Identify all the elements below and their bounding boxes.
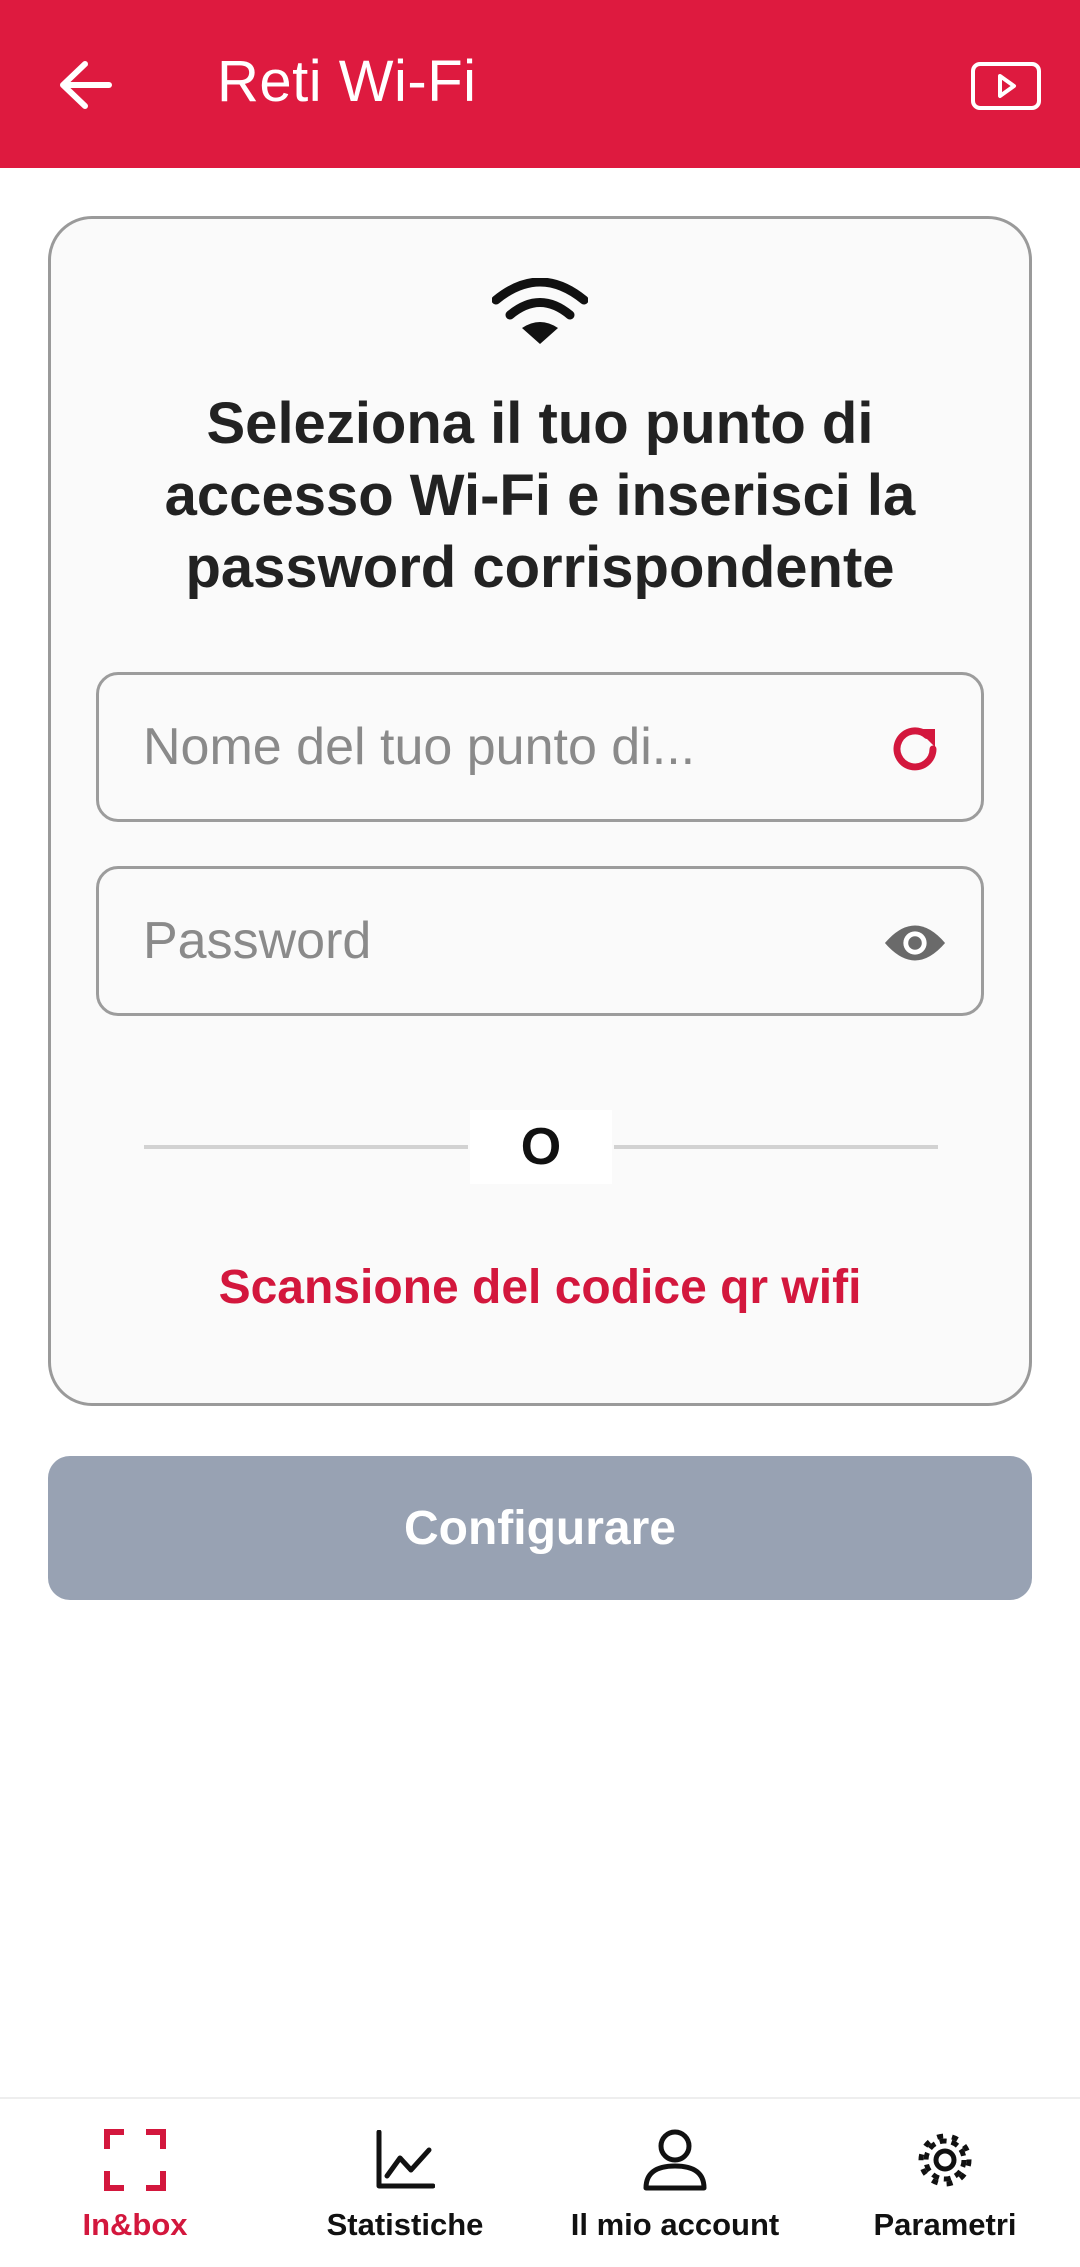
refresh-icon: [893, 727, 937, 771]
nav-item-label: Parametri: [873, 2207, 1017, 2242]
bottom-navigation: In&box Statistiche Il mio account Parame…: [0, 2097, 1080, 2267]
nav-item-settings[interactable]: Parametri: [810, 2099, 1080, 2267]
scan-frame-icon: [104, 2129, 166, 2191]
nav-item-statistics[interactable]: Statistiche: [270, 2099, 540, 2267]
arrow-left-icon: [60, 61, 112, 109]
nav-item-label: Statistiche: [326, 2207, 484, 2242]
chart-line-icon: [376, 2130, 435, 2189]
back-button[interactable]: [50, 50, 120, 120]
video-play-icon: [971, 62, 1041, 110]
refresh-button[interactable]: [883, 717, 947, 781]
configure-button[interactable]: Configurare: [48, 1456, 1032, 1600]
gear-icon: [918, 2133, 972, 2187]
divider-line-right: [614, 1145, 938, 1149]
video-button[interactable]: [968, 58, 1044, 114]
scan-qr-link[interactable]: Scansione del codice qr wifi: [100, 1260, 980, 1315]
nav-item-inbox[interactable]: In&box: [0, 2099, 270, 2267]
page-title: Reti Wi-Fi: [217, 49, 477, 114]
toggle-password-visibility-button[interactable]: [883, 911, 947, 975]
instructions-heading: Seleziona il tuo punto di accesso Wi-Fi …: [164, 391, 916, 600]
nav-item-label: Il mio account: [570, 2207, 780, 2242]
nav-item-account[interactable]: Il mio account: [540, 2099, 810, 2267]
password-field[interactable]: [96, 866, 984, 1016]
divider-line-left: [144, 1145, 468, 1149]
divider-text: O: [470, 1110, 612, 1184]
wifi-icon: [492, 278, 588, 344]
nav-item-label: In&box: [82, 2207, 188, 2242]
app-bar: Reti Wi-Fi: [0, 0, 1080, 168]
eye-icon: [884, 925, 946, 961]
password-input[interactable]: [143, 869, 843, 1013]
user-icon: [643, 2129, 707, 2191]
ssid-input[interactable]: [143, 675, 843, 819]
ssid-field[interactable]: [96, 672, 984, 822]
